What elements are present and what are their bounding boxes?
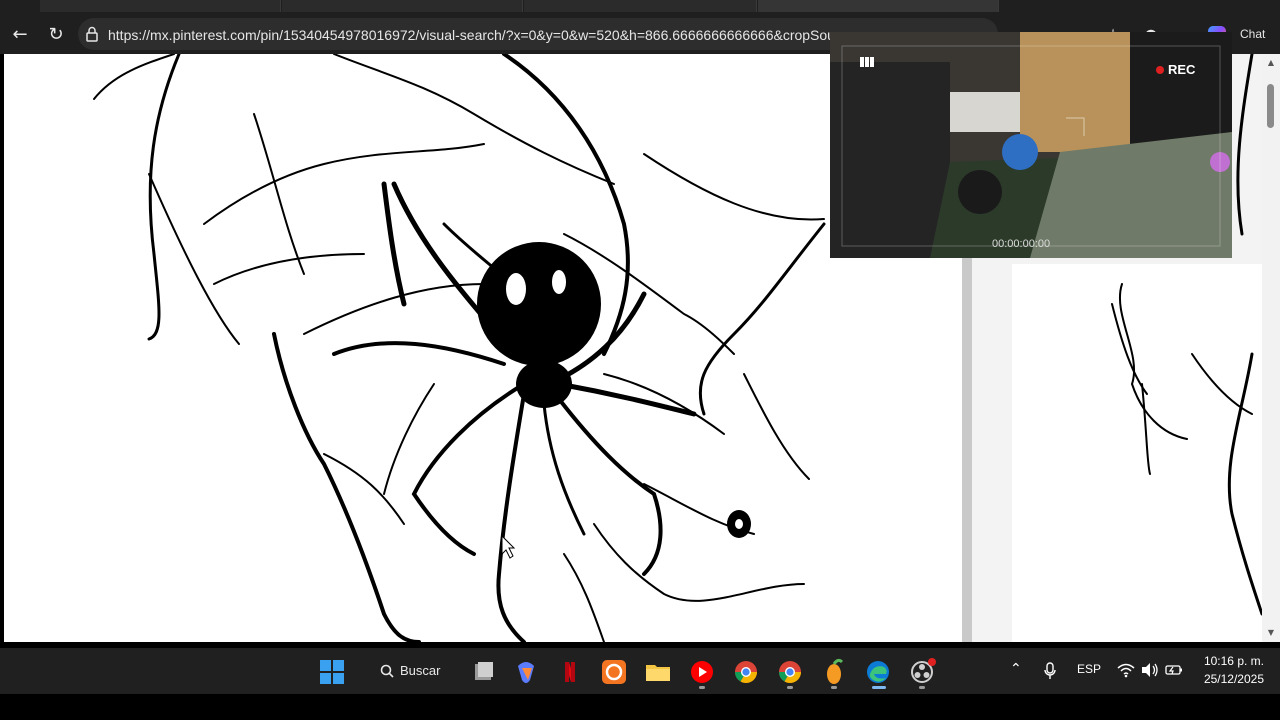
volume-icon[interactable] [1141,662,1159,678]
windows-taskbar: Buscar ⌃ ESP 10:16 p. m. 25/12/2025 [0,648,1280,694]
recording-timer: 00:00:00:00 [992,238,1051,250]
clock-date[interactable]: 25/12/2025 [1196,672,1264,686]
file-explorer-icon[interactable] [644,658,672,686]
obs-studio-icon[interactable] [908,658,936,686]
rec-indicator-icon [1156,66,1164,74]
rec-label: REC [1168,62,1196,77]
running-indicator [787,686,793,689]
active-app-indicator [872,686,886,689]
scroll-up-arrow-icon[interactable]: ▲ [1266,58,1276,68]
input-language[interactable]: ESP [1077,662,1101,676]
running-indicator [831,686,837,689]
clock-time[interactable]: 10:16 p. m. [1200,654,1264,668]
windows-start-icon[interactable] [318,658,346,686]
chrome-icon[interactable] [732,658,760,686]
battery-icon [860,57,874,67]
microphone-icon[interactable] [1043,662,1057,680]
reload-icon[interactable]: ↻ [43,22,69,48]
browser-tab[interactable] [524,0,757,12]
show-hidden-icons-chevron-icon[interactable]: ⌃ [1010,661,1022,677]
scroll-thumb[interactable] [1267,84,1274,128]
task-view-icon[interactable] [470,658,498,686]
page-scrollbar[interactable]: ▲ ▼ [1262,54,1280,642]
site-info-icon[interactable] [86,26,98,42]
chat-label: Chat [1240,27,1266,41]
taskbar-search[interactable]: Buscar [370,657,450,685]
back-arrow-icon[interactable]: ← [7,22,33,48]
url-text[interactable]: https://mx.pinterest.com/pin/15340454978… [108,25,858,45]
edge-icon[interactable] [864,658,892,686]
browser-tab[interactable] [282,0,523,12]
running-indicator [919,686,925,689]
scroll-down-arrow-icon[interactable]: ▼ [1266,628,1276,638]
wifi-icon[interactable] [1117,662,1135,678]
search-label: Buscar [400,663,441,678]
chrome-profile-icon[interactable] [776,658,804,686]
tab-strip [0,0,1280,12]
browser-tab-active[interactable] [758,0,999,12]
youtube-music-icon[interactable] [688,658,716,686]
copilot-icon[interactable] [512,658,540,686]
webcam-recording-overlay[interactable]: REC 00:00:00:00 [830,32,1232,258]
crunchyroll-icon[interactable] [600,658,628,686]
fl-studio-icon[interactable] [820,658,848,686]
browser-tab[interactable] [40,0,281,12]
netflix-icon[interactable] [556,658,584,686]
running-indicator [699,686,705,689]
search-icon [380,664,394,678]
spider-web-drawing[interactable] [4,54,962,642]
bottom-black-strip [0,694,1280,720]
battery-status-icon[interactable] [1165,663,1183,677]
